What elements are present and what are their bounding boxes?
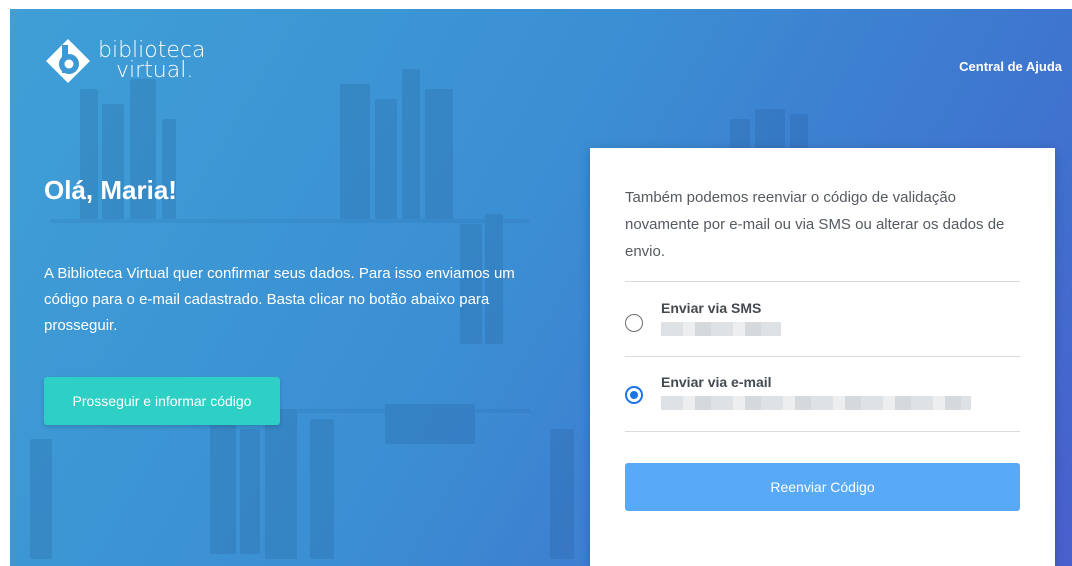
resend-description: Também podemos reenviar o código de vali…	[625, 189, 1005, 260]
option-email[interactable]: Enviar via e-mail	[625, 374, 1020, 434]
resend-code-button[interactable]: Reenviar Código	[625, 463, 1020, 511]
greeting-heading: Olá, Maria!	[44, 175, 177, 205]
proceed-button[interactable]: Prosseguir e informar código	[44, 377, 280, 425]
biblioteca-virtual-b-logo-icon	[46, 39, 90, 83]
divider	[625, 281, 1020, 282]
divider	[625, 356, 1020, 357]
option-sms-label: Enviar via SMS	[661, 300, 762, 316]
masked-email-address	[661, 396, 971, 410]
page-background: biblioteca virtual. Central de Ajuda Olá…	[10, 9, 1072, 566]
help-center-link[interactable]: Central de Ajuda	[959, 59, 1062, 74]
intro-text: A Biblioteca Virtual quer confirmar seus…	[44, 265, 515, 334]
option-sms[interactable]: Enviar via SMS	[625, 300, 1020, 360]
resend-card: Também podemos reenviar o código de vali…	[590, 148, 1055, 566]
logo-wordmark: biblioteca virtual.	[98, 40, 205, 83]
option-email-label: Enviar via e-mail	[661, 374, 772, 390]
site-logo[interactable]: biblioteca virtual.	[44, 37, 205, 85]
divider	[625, 431, 1020, 432]
sms-radio[interactable]	[625, 314, 643, 332]
logo-line-2: virtual.	[116, 58, 194, 83]
masked-phone-number	[661, 322, 781, 336]
email-radio[interactable]	[625, 386, 643, 404]
